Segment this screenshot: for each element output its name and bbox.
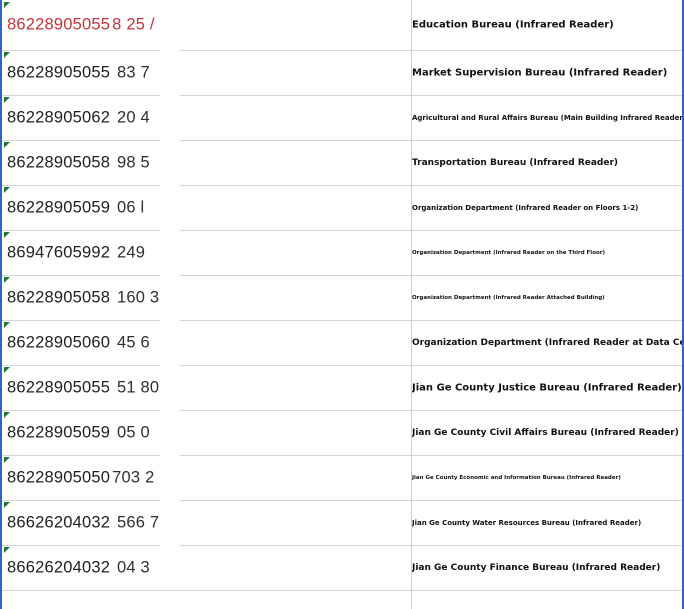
device-number: 86228905055 83 7 bbox=[7, 63, 150, 81]
device-number-cell[interactable]: 86626204032 566 7 bbox=[2, 500, 412, 545]
location-cell[interactable]: Organization Department (Infrared Reader… bbox=[412, 320, 682, 365]
table-row: 86228905060 45 6 Organization Department… bbox=[2, 320, 682, 366]
location-label: Market Supervision Bureau (Infrared Read… bbox=[412, 67, 668, 78]
device-number: 86228905059 05 0 bbox=[7, 423, 150, 441]
device-number-cell[interactable]: 86228905060 45 6 bbox=[2, 320, 412, 365]
redaction-mask bbox=[160, 545, 180, 590]
device-number-cell[interactable]: 86228905059 06 l bbox=[2, 185, 412, 230]
comment-marker-icon bbox=[4, 277, 10, 283]
redaction-mask bbox=[160, 230, 180, 275]
location-label: Jian Ge County Civil Affairs Bureau (Inf… bbox=[412, 427, 679, 438]
device-number-cell[interactable]: 86228905058 98 5 bbox=[2, 140, 412, 185]
redaction-mask bbox=[160, 140, 180, 185]
redaction-mask bbox=[160, 320, 180, 365]
comment-marker-icon bbox=[4, 2, 10, 8]
comment-marker-icon bbox=[4, 142, 10, 148]
table-row: 86626204032 04 3 Jian Ge County Finance … bbox=[2, 545, 682, 591]
redaction-mask bbox=[160, 0, 180, 50]
location-cell[interactable]: Jian Ge County Finance Bureau (Infrared … bbox=[412, 545, 682, 590]
device-number-cell[interactable]: 86228905050 703 2 bbox=[2, 455, 412, 500]
location-label: Transportation Bureau (Infrared Reader) bbox=[412, 157, 619, 168]
location-label: Organization Department (Infrared Reader… bbox=[412, 249, 605, 256]
location-label: Organization Department (Infrared Reader… bbox=[412, 203, 639, 212]
redaction-mask bbox=[160, 455, 180, 500]
location-cell[interactable]: Transportation Bureau (Infrared Reader) bbox=[412, 140, 682, 185]
redaction-mask bbox=[160, 95, 180, 140]
location-cell[interactable]: Jian Ge County Justice Bureau (Infrared … bbox=[412, 365, 682, 410]
table-row: 86228905055 8 25 / Education Bureau (Infr… bbox=[2, 0, 682, 51]
device-number: 86626204032 566 7 bbox=[7, 513, 160, 531]
redaction-mask bbox=[160, 365, 180, 410]
comment-marker-icon bbox=[4, 187, 10, 193]
redaction-mask bbox=[160, 275, 180, 320]
device-number-cell[interactable]: 86228905062 20 4 bbox=[2, 95, 412, 140]
location-label: Jian Ge County Economic and Information … bbox=[412, 474, 621, 481]
empty-cell[interactable] bbox=[2, 590, 412, 609]
location-cell[interactable]: Organization Department (Infrared Reader… bbox=[412, 185, 682, 230]
device-number-cell[interactable]: 86947605992 249 bbox=[2, 230, 412, 275]
device-number-cell[interactable]: 86228905058 160 3 bbox=[2, 275, 412, 320]
location-label: Jian Ge County Justice Bureau (Infrared … bbox=[412, 382, 682, 393]
device-number: 86228905055 8 25 / bbox=[7, 15, 155, 34]
device-number-cell[interactable]: 86228905055 51 80 bbox=[2, 365, 412, 410]
location-cell[interactable]: Organization Department (Infrared Reader… bbox=[412, 230, 682, 275]
device-number: 86228905059 06 l bbox=[7, 198, 145, 216]
comment-marker-icon bbox=[4, 412, 10, 418]
device-number-cell[interactable]: 86626204032 04 3 bbox=[2, 545, 412, 590]
location-cell[interactable]: Market Supervision Bureau (Infrared Read… bbox=[412, 50, 682, 95]
table-row: 86228905059 05 0 Jian Ge County Civil Af… bbox=[2, 410, 682, 456]
device-number: 86228905050 703 2 bbox=[7, 468, 155, 486]
location-cell[interactable]: Jian Ge County Civil Affairs Bureau (Inf… bbox=[412, 410, 682, 455]
comment-marker-icon bbox=[4, 97, 10, 103]
table-row: 86228905058 98 5 Transportation Bureau (… bbox=[2, 140, 682, 186]
device-number: 86228905058 160 3 bbox=[7, 288, 160, 306]
device-number: 86626204032 04 3 bbox=[7, 558, 150, 576]
redaction-mask bbox=[160, 50, 180, 95]
location-cell[interactable]: Organization Department (Infrared Reader… bbox=[412, 275, 682, 320]
table-row: 86228905055 51 80 Jian Ge County Justice… bbox=[2, 365, 682, 411]
empty-cell[interactable] bbox=[412, 590, 682, 609]
location-label: Organization Department (Infrared Reader… bbox=[412, 294, 605, 301]
location-label: Jian Ge County Water Resources Bureau (I… bbox=[412, 518, 642, 527]
location-label: Education Bureau (Infrared Reader) bbox=[412, 19, 614, 31]
empty-row bbox=[2, 590, 682, 609]
location-cell[interactable]: Jian Ge County Water Resources Bureau (I… bbox=[412, 500, 682, 545]
table-row: 86228905058 160 3 Organization Departmen… bbox=[2, 275, 682, 321]
redaction-mask bbox=[160, 185, 180, 230]
comment-marker-icon bbox=[4, 52, 10, 58]
device-number-cell[interactable]: 86228905059 05 0 bbox=[2, 410, 412, 455]
table-row: 86228905055 83 7 Market Supervision Bure… bbox=[2, 50, 682, 96]
device-number: 86228905058 98 5 bbox=[7, 153, 150, 171]
redaction-mask bbox=[160, 410, 180, 455]
comment-marker-icon bbox=[4, 322, 10, 328]
device-number: 86228905062 20 4 bbox=[7, 108, 150, 126]
comment-marker-icon bbox=[4, 502, 10, 508]
device-number-cell[interactable]: 86228905055 8 25 / bbox=[2, 0, 412, 50]
location-label: Jian Ge County Finance Bureau (Infrared … bbox=[412, 562, 661, 573]
table-row: 86228905059 06 l Organization Department… bbox=[2, 185, 682, 231]
redaction-mask bbox=[160, 500, 180, 545]
location-label: Organization Department (Infrared Reader… bbox=[412, 337, 682, 348]
comment-marker-icon bbox=[4, 367, 10, 373]
device-number: 86228905055 51 80 bbox=[7, 378, 160, 396]
location-cell[interactable]: Jian Ge County Economic and Information … bbox=[412, 455, 682, 500]
table-row: 86228905062 20 4 Agricultural and Rural … bbox=[2, 95, 682, 141]
device-number: 86228905060 45 6 bbox=[7, 333, 150, 351]
spreadsheet-grid: 86228905055 8 25 / Education Bureau (Infr… bbox=[0, 0, 684, 609]
table-row: 86626204032 566 7 Jian Ge County Water R… bbox=[2, 500, 682, 546]
device-number-cell[interactable]: 86228905055 83 7 bbox=[2, 50, 412, 95]
table-row: 86228905050 703 2 Jian Ge County Economic… bbox=[2, 455, 682, 501]
device-number: 86947605992 249 bbox=[7, 243, 146, 261]
comment-marker-icon bbox=[4, 457, 10, 463]
table-row: 86947605992 249 Organization Department … bbox=[2, 230, 682, 276]
comment-marker-icon bbox=[4, 232, 10, 238]
location-cell[interactable]: Education Bureau (Infrared Reader) bbox=[412, 0, 682, 50]
location-label: Agricultural and Rural Affairs Bureau (M… bbox=[412, 113, 682, 122]
location-cell[interactable]: Agricultural and Rural Affairs Bureau (M… bbox=[412, 95, 682, 140]
comment-marker-icon bbox=[4, 547, 10, 553]
